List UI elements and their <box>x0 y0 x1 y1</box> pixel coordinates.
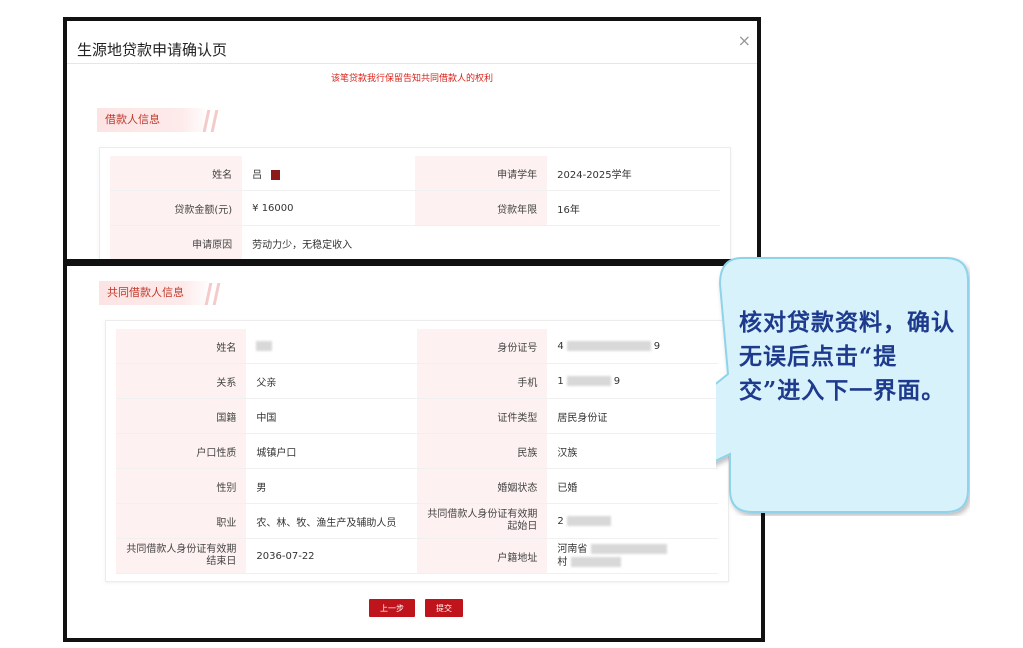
year-label: 申请学年 <box>414 156 548 191</box>
co-name-label: 姓名 <box>116 329 247 364</box>
callout-text: 核对贷款资料，确认无误后点击“提交”进入下一界面。 <box>739 309 955 404</box>
dialog-top-panel: 生源地贷款申请确认页 × 该笔贷款我行保留告知共同借款人的权利 借款人信息 姓名… <box>63 17 761 263</box>
submit-button[interactable]: 提交 <box>425 599 463 617</box>
name-value: 吕 <box>242 156 415 191</box>
reason-value: 劳动力少，无稳定收入 <box>242 225 720 259</box>
id-label: 身份证号 <box>416 329 548 364</box>
term-value: 16年 <box>547 190 720 226</box>
phone-label: 手机 <box>416 363 548 399</box>
title-divider <box>67 63 757 64</box>
notice-text: 该笔贷款我行保留告知共同借款人的权利 <box>330 74 493 84</box>
coborrower-card: 姓名 身份证号 49 关系 父亲 手机 19 国籍 中国 证件类型 居民身份证 <box>105 320 729 582</box>
idtype-label: 证件类型 <box>416 398 548 434</box>
prev-button[interactable]: 上一步 <box>369 599 415 617</box>
coborrower-table: 姓名 身份证号 49 关系 父亲 手机 19 国籍 中国 证件类型 居民身份证 <box>116 329 718 574</box>
reason-label: 申请原因 <box>110 225 243 259</box>
valid-start-label: 共同借款人身份证有效期起始日 <box>416 503 548 539</box>
borrower-table: 姓名 吕 申请学年 2024-2025学年 贷款金额(元) ¥ 16000 贷款… <box>110 156 720 259</box>
redaction-mark <box>271 169 281 180</box>
table-row: 姓名 吕 申请学年 2024-2025学年 <box>110 156 720 191</box>
ethnic-label: 民族 <box>416 433 548 469</box>
section-decoration <box>201 108 221 132</box>
dialog-bottom-panel: 共同借款人信息 姓名 身份证号 49 关系 父亲 手机 19 国籍 中国 证件类… <box>63 262 765 642</box>
valid-end-label: 共同借款人身份证有效期结束日 <box>116 538 247 574</box>
table-row: 关系 父亲 手机 19 <box>116 363 718 399</box>
name-label: 姓名 <box>110 156 243 191</box>
term-label: 贷款年限 <box>414 190 548 226</box>
valid-start-value: 2 <box>547 503 718 539</box>
table-row: 国籍 中国 证件类型 居民身份证 <box>116 398 718 434</box>
year-value: 2024-2025学年 <box>547 156 720 191</box>
table-row: 性别 男 婚姻状态 已婚 <box>116 468 718 504</box>
marital-value: 已婚 <box>547 468 718 504</box>
table-row: 户口性质 城镇户口 民族 汉族 <box>116 433 718 469</box>
amount-value: ¥ 16000 <box>242 190 415 226</box>
dialog-title: 生源地贷款申请确认页 <box>77 41 228 59</box>
close-icon[interactable]: × <box>738 31 751 50</box>
amount-label: 贷款金额(元) <box>110 190 243 226</box>
phone-value: 19 <box>547 363 718 399</box>
gender-value: 男 <box>246 468 417 504</box>
table-row: 申请原因 劳动力少，无稳定收入 <box>110 225 720 259</box>
address-value: 河南省 村 <box>547 538 718 574</box>
borrower-section-title: 借款人信息 <box>105 113 160 126</box>
address-label: 户籍地址 <box>416 538 548 574</box>
id-value: 49 <box>547 329 718 364</box>
nationality-value: 中国 <box>246 398 417 434</box>
marital-label: 婚姻状态 <box>416 468 548 504</box>
job-value: 农、林、牧、渔生产及辅助人员 <box>246 503 417 539</box>
ethnic-value: 汉族 <box>547 433 718 469</box>
table-row: 贷款金额(元) ¥ 16000 贷款年限 16年 <box>110 190 720 226</box>
valid-end-value: 2036-07-22 <box>246 538 417 574</box>
coborrower-section-header: 共同借款人信息 <box>99 281 221 305</box>
relation-label: 关系 <box>116 363 247 399</box>
relation-value: 父亲 <box>246 363 417 399</box>
nationality-label: 国籍 <box>116 398 247 434</box>
hukou-value: 城镇户口 <box>246 433 417 469</box>
coborrower-section-title: 共同借款人信息 <box>107 286 184 299</box>
hukou-label: 户口性质 <box>116 433 247 469</box>
gender-label: 性别 <box>116 468 247 504</box>
job-label: 职业 <box>116 503 247 539</box>
idtype-value: 居民身份证 <box>547 398 718 434</box>
table-row: 共同借款人身份证有效期结束日 2036-07-22 户籍地址 河南省 村 <box>116 538 718 574</box>
table-row: 职业 农、林、牧、渔生产及辅助人员 共同借款人身份证有效期起始日 2 <box>116 503 718 539</box>
borrower-section-header: 借款人信息 <box>97 108 219 132</box>
borrower-card: 姓名 吕 申请学年 2024-2025学年 贷款金额(元) ¥ 16000 贷款… <box>99 147 731 259</box>
co-name-value <box>246 329 417 364</box>
section-decoration <box>203 281 223 305</box>
table-row: 姓名 身份证号 49 <box>116 329 718 364</box>
